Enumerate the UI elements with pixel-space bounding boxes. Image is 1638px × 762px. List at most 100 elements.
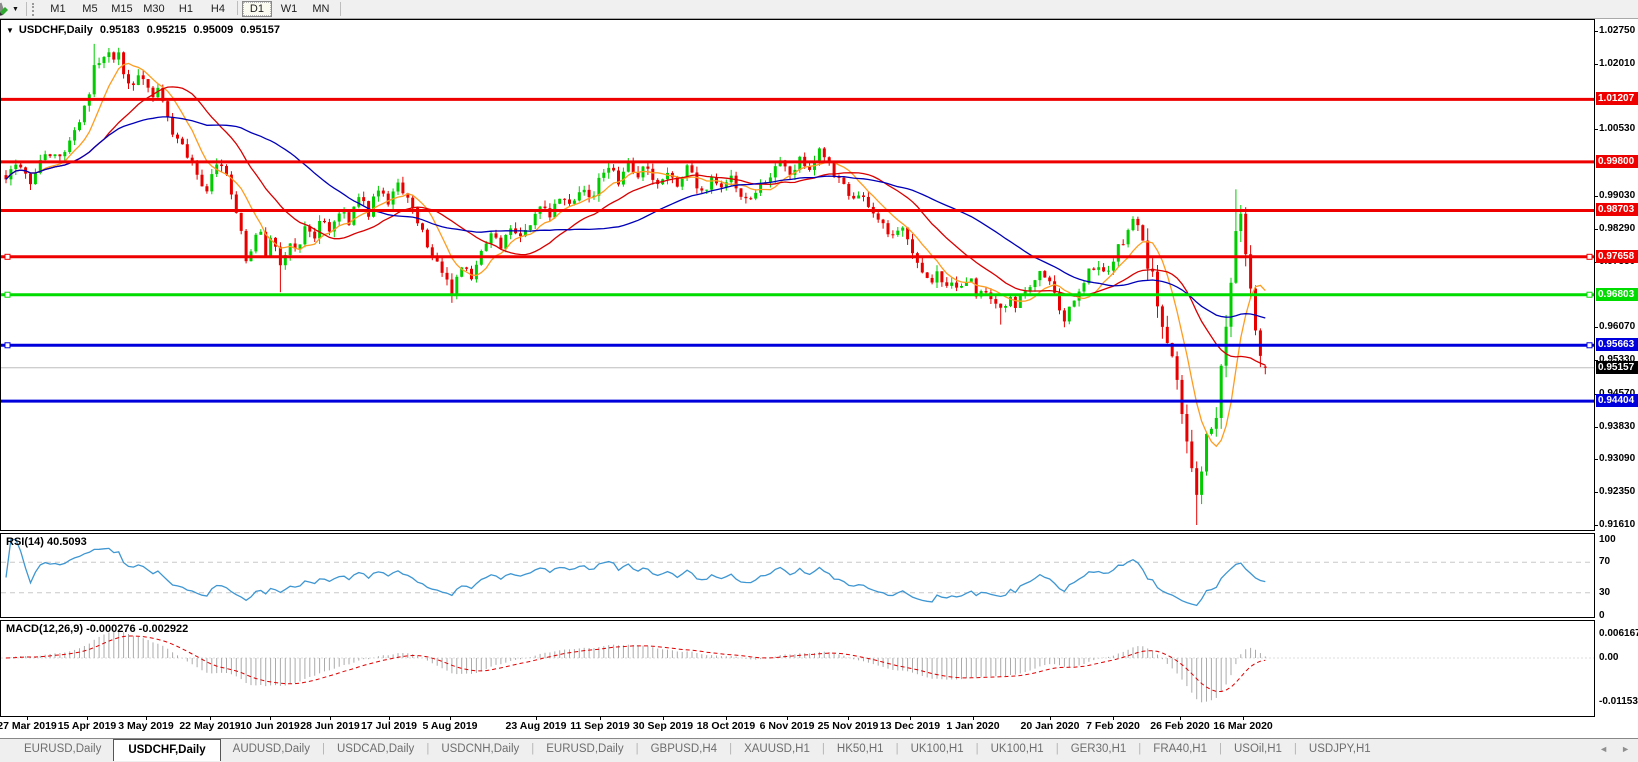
date-label: 16 Mar 2020 (1213, 720, 1273, 732)
hline-handle-left-0.96803[interactable] (4, 291, 11, 298)
macd-axis-label: 0.006167 (1599, 628, 1638, 639)
date-label: 25 Nov 2019 (817, 720, 879, 732)
date-label: 15 Apr 2019 (57, 720, 117, 732)
date-label: 6 Nov 2019 (759, 720, 815, 732)
timeframe-m15-button[interactable]: M15 (107, 1, 137, 17)
price-tick-label: 1.00530 (1599, 123, 1636, 134)
macd-axis-label: 0.00 (1599, 652, 1619, 663)
chart-tab-usoil-h1[interactable]: USOil,H1 (1222, 739, 1294, 759)
ma-fast-line (5, 62, 1266, 448)
tab-scroll-right-icon[interactable]: ► (1621, 744, 1630, 754)
date-label: 18 Oct 2019 (696, 720, 756, 732)
toolbar-separator (339, 2, 341, 16)
symbol-caret-icon[interactable]: ▼ (6, 26, 14, 35)
date-label: 30 Sep 2019 (632, 720, 694, 732)
price-tick-mark (1595, 64, 1598, 65)
ohlc-close: 0.95157 (240, 24, 280, 36)
date-label: 10 Jun 2019 (240, 720, 300, 732)
rsi-chart (1, 538, 1594, 607)
price-tick-label: 0.96070 (1599, 321, 1636, 332)
price-tick-mark (1595, 459, 1598, 460)
chart-tab-ger30-h1[interactable]: GER30,H1 (1059, 739, 1139, 759)
hline-price-label: 0.95663 (1596, 338, 1638, 351)
rsi-axis-label: 100 (1599, 534, 1616, 545)
ohlc-low: 0.95009 (193, 24, 234, 36)
chart-tab-gbpusd-h4[interactable]: GBPUSD,H4 (639, 739, 729, 759)
hline-handle-right-0.97658[interactable] (1586, 253, 1593, 260)
price-tick-mark (1595, 196, 1598, 197)
chart-tab-uk100-h1[interactable]: UK100,H1 (979, 739, 1056, 759)
date-axis: 27 Mar 2019 15 Apr 2019 3 May 2019 22 May 2… (0, 717, 1638, 737)
tab-scroll-left-icon[interactable]: ◄ (1599, 744, 1608, 754)
hline-handle-left-0.97658[interactable] (4, 253, 11, 260)
price-tick-mark (1595, 129, 1598, 130)
hline-price-label: 0.96803 (1596, 288, 1638, 301)
hline-handle-left-0.95663[interactable] (4, 342, 11, 349)
mt4-window: ▼ M1 M5 M15 M30 H1 H4 D1 W1 MN ▼ USDCHF,Daily 0.95… (0, 0, 1638, 762)
date-label: 11 Sep 2019 (570, 720, 630, 732)
chart-tab-audusd-daily[interactable]: AUDUSD,Daily (221, 739, 322, 759)
chart-tab-xauusd-h1[interactable]: XAUUSD,H1 (732, 739, 822, 759)
price-tick-mark (1595, 229, 1598, 230)
rsi-axis-label: 70 (1599, 556, 1611, 567)
timeframe-mn-button[interactable]: MN (306, 1, 336, 17)
timeframe-m30-button[interactable]: M30 (139, 1, 169, 17)
hline-price-label: 0.98703 (1596, 203, 1638, 216)
rsi-line (5, 538, 1266, 607)
price-tick-label: 0.91610 (1599, 519, 1636, 530)
rsi-axis-label: 30 (1599, 587, 1611, 598)
chart-tab-eurusd-daily[interactable]: EURUSD,Daily (534, 739, 635, 759)
chart-tab-fra40-h1[interactable]: FRA40,H1 (1141, 739, 1219, 759)
chart-tab-uk100-h1[interactable]: UK100,H1 (899, 739, 976, 759)
date-label: 28 Jun 2019 (300, 720, 360, 732)
ohlc-high: 0.95215 (146, 24, 187, 36)
date-label: 3 May 2019 (118, 720, 174, 732)
hline-price-label: 1.01207 (1596, 92, 1638, 105)
timeframe-d1-button[interactable]: D1 (241, 1, 272, 17)
date-label: 17 Jul 2019 (360, 720, 418, 732)
symbol-name: USDCHF,Daily (18, 24, 93, 36)
draw-tool-icon[interactable] (0, 2, 10, 16)
hline-price-label: 0.99800 (1596, 155, 1638, 168)
price-tick-mark (1595, 492, 1598, 493)
chart-tab-usdjpy-h1[interactable]: USDJPY,H1 (1297, 739, 1383, 759)
date-label: 7 Feb 2020 (1086, 720, 1140, 732)
price-tick-label: 0.93090 (1599, 453, 1636, 464)
macd-label: MACD(12,26,9) -0.000276 -0.002922 (6, 623, 189, 635)
timeframe-w1-button[interactable]: W1 (274, 1, 304, 17)
toolbar-separator (25, 2, 27, 16)
chart-tab-usdcnh-daily[interactable]: USDCNH,Daily (429, 739, 531, 759)
hline-price-label: 0.97658 (1596, 250, 1638, 263)
hline-handle-right-0.95663[interactable] (1586, 342, 1593, 349)
candlestick-chart (1, 43, 1594, 526)
timeframe-h1-button[interactable]: H1 (171, 1, 201, 17)
price-tick-label: 1.02750 (1599, 25, 1636, 36)
timeframe-m5-button[interactable]: M5 (75, 1, 105, 17)
toolbar-grip[interactable] (31, 2, 37, 16)
price-tick-label: 0.98290 (1599, 223, 1636, 234)
price-tick-label: 0.93830 (1599, 421, 1636, 432)
timeframe-m1-button[interactable]: M1 (43, 1, 73, 17)
chart-tab-hk50-h1[interactable]: HK50,H1 (825, 739, 896, 759)
date-label: 5 Aug 2019 (422, 720, 478, 732)
macd-axis-label: -0.011531 (1599, 696, 1638, 707)
chart-tab-eurusd-daily[interactable]: EURUSD,Daily (12, 739, 113, 759)
main-chart-panel (0, 19, 1595, 531)
date-label: 22 May 2019 (179, 720, 241, 732)
candlestick-series (4, 43, 1267, 526)
toolbar: ▼ M1 M5 M15 M30 H1 H4 D1 W1 MN (0, 0, 1638, 19)
rsi-axis-label: 0 (1599, 610, 1605, 621)
price-tick-mark (1595, 31, 1598, 32)
hline-handle-right-0.96803[interactable] (1586, 291, 1593, 298)
price-tick-mark (1595, 327, 1598, 328)
draw-tool-dropdown-icon[interactable]: ▼ (12, 6, 19, 13)
date-label: 20 Jan 2020 (1020, 720, 1080, 732)
chart-tab-usdchf-daily[interactable]: USDCHF,Daily (113, 739, 221, 761)
price-tick-mark (1595, 427, 1598, 428)
timeframe-h4-button[interactable]: H4 (203, 1, 233, 17)
date-label: 1 Jan 2020 (946, 720, 1000, 732)
ohlc-open: 0.95183 (99, 24, 140, 36)
ma-slow-line (5, 116, 1266, 319)
chart-tab-bar: EURUSD,Daily USDCHF,Daily AUDUSD,Daily | USD… (0, 738, 1638, 762)
chart-tab-usdcad-daily[interactable]: USDCAD,Daily (325, 739, 426, 759)
